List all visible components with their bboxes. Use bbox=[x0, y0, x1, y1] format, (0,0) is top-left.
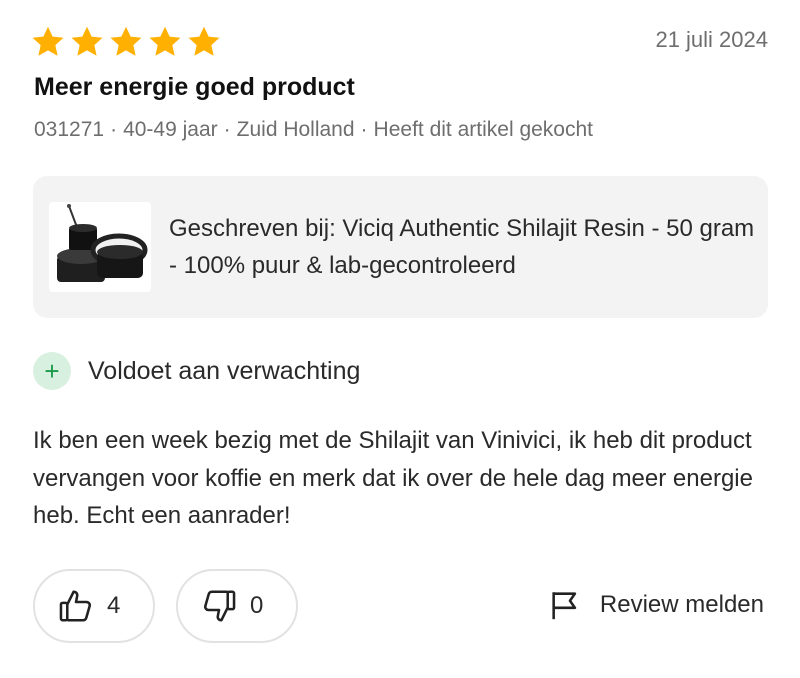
meta-separator: · bbox=[110, 118, 118, 141]
star-icon bbox=[188, 26, 220, 56]
review-title: Meer energie goed product bbox=[34, 73, 355, 101]
thumbs-up-button[interactable]: 4 bbox=[33, 569, 155, 643]
purchase-status: Heeft dit artikel gekocht bbox=[373, 118, 593, 141]
reviewer-id: 031271 bbox=[34, 118, 105, 141]
review-body: Ik ben een week bezig met de Shilajit va… bbox=[33, 427, 753, 529]
meta-separator: · bbox=[360, 118, 368, 141]
flag-icon bbox=[552, 592, 577, 620]
thumbs-down-count: 0 bbox=[250, 592, 264, 619]
reviewer-region: Zuid Holland bbox=[236, 118, 355, 141]
thumbs-down-icon bbox=[203, 590, 236, 622]
review-date: 21 juli 2024 bbox=[655, 27, 768, 52]
star-icon bbox=[32, 26, 64, 56]
report-review-label: Review melden bbox=[599, 591, 764, 618]
reviewer-meta: 031271 · 40-49 jaar · Zuid Holland · Heeft dit… bbox=[34, 118, 593, 142]
star-icon bbox=[71, 26, 103, 56]
product-thumbnail bbox=[49, 202, 151, 292]
meta-separator: · bbox=[223, 118, 231, 141]
verdict: + Voldoet aan verwachting bbox=[33, 352, 360, 390]
star-icon bbox=[110, 26, 142, 56]
thumbs-up-count: 4 bbox=[107, 592, 121, 619]
product-card[interactable]: Geschreven bij: Viciq Authentic Shilajit… bbox=[33, 176, 768, 318]
report-review-button[interactable]: Review melden bbox=[548, 587, 764, 623]
plus-icon: + bbox=[33, 352, 71, 390]
reviewer-age: 40-49 jaar bbox=[123, 118, 218, 141]
star-rating bbox=[30, 24, 222, 60]
thumbs-down-button[interactable]: 0 bbox=[176, 569, 298, 643]
verdict-label: Voldoet aan verwachting bbox=[88, 356, 361, 385]
product-description: Geschreven bij: Viciq Authentic Shilajit… bbox=[169, 215, 755, 279]
star-icon bbox=[149, 26, 181, 56]
thumbs-up-icon bbox=[59, 590, 92, 622]
